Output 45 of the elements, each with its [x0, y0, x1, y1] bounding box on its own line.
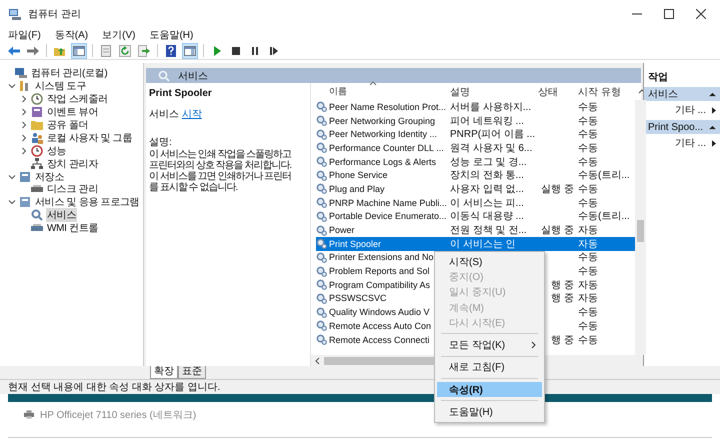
description-cell-text: 장치의 전화 통...: [450, 169, 524, 182]
startup-type-cell-text: 수동(트리...: [578, 210, 630, 224]
section-title: Print Spoo...: [648, 122, 704, 132]
startup-type-cell-text: 수동: [578, 114, 598, 128]
startup-type-cell-text: 수동: [578, 182, 598, 196]
description-cell-text: PNRP(피어 이름 ...: [450, 128, 536, 142]
description-cell-text: 성능 로그 및 경...: [450, 156, 527, 169]
startup-type-cell-text: 수동: [578, 142, 598, 155]
actions-title: 작업: [647, 71, 669, 85]
startup-type-cell-text: 수동: [578, 306, 598, 320]
startup-type-cell-text: 수동: [578, 128, 598, 142]
status-cell-text: 행 중: [551, 334, 574, 347]
description-cell-text: 이 서비스는 인: [450, 238, 516, 251]
startup-type-cell-text: 수동: [578, 196, 598, 210]
startup-type-cell-text: 수동: [578, 320, 598, 333]
status-cell-text: 행 중: [551, 278, 574, 292]
printer-name: HP Officejet 7110 series (네트워크): [40, 409, 196, 422]
panel-title: 서비스: [178, 70, 208, 82]
description-cell-text: 이동식 대용량 ...: [450, 210, 524, 224]
startup-type-cell-text: 수동: [578, 156, 598, 169]
description-label: 설명:: [149, 136, 173, 149]
description-cell-text: 이 서비스는 피...: [450, 196, 524, 210]
description-cell-text: 피어 네트워킹 ...: [450, 114, 524, 128]
startup-type-cell-text: 자동: [578, 224, 598, 238]
window-title: 컴퓨터 관리: [28, 8, 81, 21]
section-title: 서비스: [648, 88, 678, 101]
status-cell-text: 행 중: [551, 292, 574, 306]
startup-type-cell-text: 자동: [578, 278, 598, 292]
startup-type-cell-text: 수동: [578, 334, 598, 347]
startup-type-cell-text: 수동(트리...: [578, 169, 630, 182]
status-cell-text: 실행 중: [541, 224, 574, 238]
description-cell-text: 원격 사용자 및 6...: [450, 142, 532, 155]
service-name: Print Spooler: [149, 88, 213, 99]
startup-type-cell-text: 수동: [578, 265, 598, 278]
status-cell-text: 실행 중: [541, 182, 574, 196]
status-text: 현재 선택 내용에 대한 속성 대화 상자를 엽니다.: [8, 381, 220, 394]
startup-type-cell-text: 수동: [578, 100, 598, 114]
startup-type-cell-text: 자동: [578, 292, 598, 306]
service-action-text: 서비스 시작: [149, 108, 203, 121]
startup-type-cell-text: 수동: [578, 251, 598, 264]
startup-type-cell-text: 자동: [578, 238, 598, 251]
description-cell-text: 전원 정책 및 전...: [450, 224, 527, 238]
description-cell-text: 사용자 입력 없...: [450, 182, 524, 196]
description-text: 이 서비스는 인쇄 작업을 스풀링하고 프린터와의 상호 작용을 처리합니다. 이 서비스를 끄면 인쇄하거나 프린터 를 표시할 수 없습니다.: [149, 149, 292, 193]
description-cell-text: 서버를 사용하지...: [450, 100, 532, 114]
